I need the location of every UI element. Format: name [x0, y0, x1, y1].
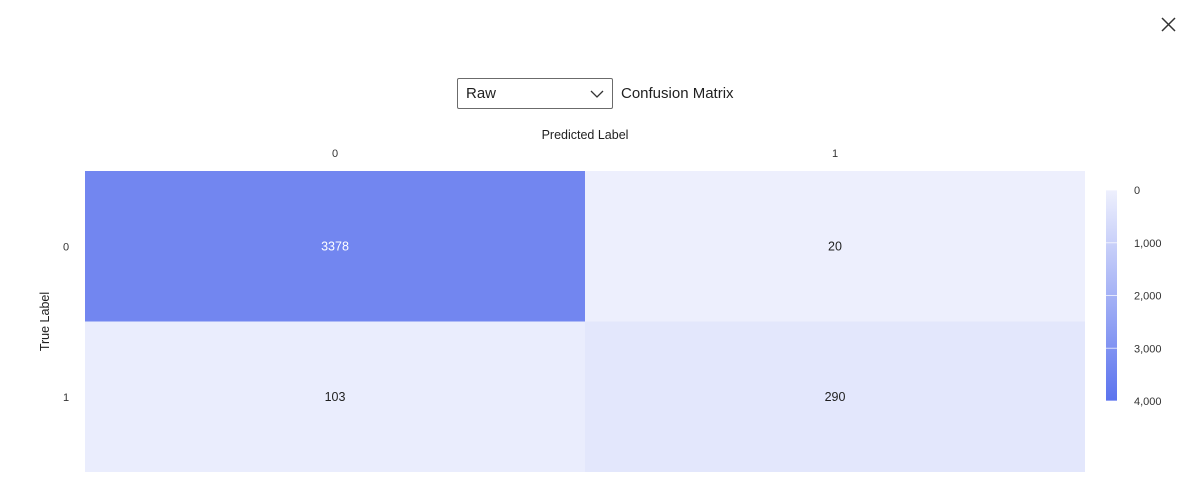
cell-value-label: 3378: [321, 239, 349, 253]
cell-value-label: 20: [828, 239, 842, 253]
x-axis-title: Predicted Label: [542, 128, 629, 142]
colorbar-tick-label: 3,000: [1134, 343, 1162, 355]
y-tick-label: 1: [63, 392, 69, 404]
colorbar-tick-label: 0: [1134, 185, 1140, 197]
colorbar-tick-label: 2,000: [1134, 291, 1162, 303]
y-tick-label: 0: [63, 241, 69, 253]
cell-value-label: 103: [325, 390, 346, 404]
x-tick-label: 0: [332, 148, 338, 160]
colorbar-tick-label: 1,000: [1134, 238, 1162, 250]
confusion-matrix-chart: 3378 20 103 290 Predicted Label 0 1 True Label 0…: [38, 128, 1162, 472]
x-tick-label: 1: [832, 148, 838, 160]
y-axis-title: True Label: [38, 292, 52, 351]
cell-value-label: 290: [825, 390, 846, 404]
colorbar-tick-label: 4,000: [1134, 396, 1162, 408]
